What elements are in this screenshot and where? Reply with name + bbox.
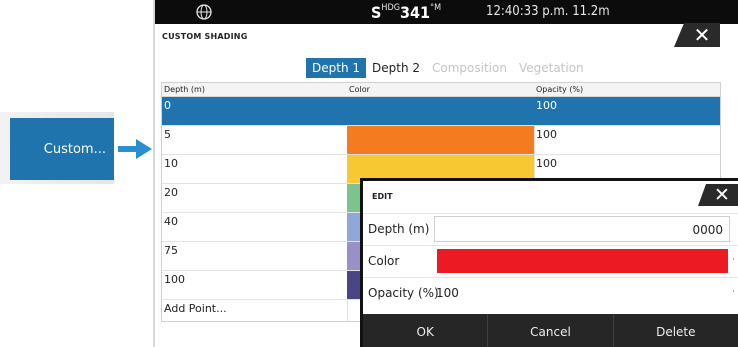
- color-picker[interactable]: [437, 249, 728, 273]
- opacity-cell: 100: [536, 99, 557, 112]
- header-color: Color: [349, 85, 370, 94]
- page-title: CUSTOM SHADING: [162, 32, 248, 41]
- table-row[interactable]: 0 100: [162, 97, 720, 126]
- tab-depth-2[interactable]: Depth 2: [366, 58, 426, 78]
- depth-row: Depth (m) 0000: [363, 213, 738, 244]
- clock-time: 12:40:33 p.m.: [486, 4, 569, 19]
- header-opacity: Opacity (%): [536, 85, 584, 94]
- depth-cell: 0: [164, 99, 171, 112]
- dropdown-indicator-icon: ·: [732, 287, 735, 297]
- opacity-value[interactable]: 100: [436, 286, 459, 300]
- arrow-right-icon-head: [136, 139, 152, 159]
- opacity-label: Opacity (%): [368, 286, 439, 300]
- table-header: Depth (m) Color Opacity (%): [162, 83, 720, 97]
- close-icon: ✕: [693, 23, 711, 47]
- depth-label: Depth (m): [368, 222, 430, 236]
- arrow-right-icon: [118, 146, 138, 152]
- header-depth: Depth (m): [164, 85, 205, 94]
- opacity-row: Opacity (%) 100 ·: [363, 277, 738, 308]
- heading-unit: °M: [430, 3, 442, 13]
- close-icon: ✕: [714, 184, 730, 206]
- heading-label: HDG: [381, 3, 400, 13]
- add-point-label: Add Point...: [164, 302, 227, 315]
- dropdown-indicator-icon: ·: [732, 255, 735, 265]
- tab-bar: Depth 1 Depth 2 Composition Vegetation: [306, 58, 590, 78]
- depth-value: 0000: [692, 223, 723, 237]
- depth-cell: 100: [164, 273, 185, 286]
- ok-button[interactable]: OK: [363, 314, 489, 347]
- custom-button[interactable]: Custom...: [10, 118, 114, 180]
- edit-dialog-title: EDIT: [372, 192, 393, 201]
- globe-icon[interactable]: [195, 3, 213, 21]
- color-swatch[interactable]: [347, 126, 534, 154]
- color-label: Color: [368, 254, 400, 268]
- depth-cell: 10: [164, 157, 178, 170]
- depth-cell: 5: [164, 128, 171, 141]
- depth-field[interactable]: 0000: [434, 216, 730, 242]
- depth-cell: 40: [164, 215, 178, 228]
- delete-button[interactable]: Delete: [614, 314, 738, 347]
- dialog-footer: OK Cancel Delete: [363, 314, 738, 347]
- opacity-cell: 100: [536, 157, 557, 170]
- cancel-button[interactable]: Cancel: [488, 314, 614, 347]
- heading-prefix: S: [371, 3, 382, 22]
- status-bar: SHDG341°M 12:40:33 p.m. 11.2m: [155, 0, 738, 24]
- tab-depth-1[interactable]: Depth 1: [306, 58, 366, 78]
- heading-value: 341: [399, 3, 431, 22]
- depth-readout: 11.2m: [572, 4, 610, 19]
- tab-vegetation: Vegetation: [518, 61, 584, 75]
- depth-cell: 20: [164, 186, 178, 199]
- close-button[interactable]: ✕: [674, 23, 720, 47]
- tab-composition: Composition: [432, 61, 507, 75]
- time-depth-readout: 12:40:33 p.m. 11.2m: [486, 4, 610, 19]
- edit-close-button[interactable]: ✕: [698, 184, 738, 206]
- opacity-cell: 100: [536, 128, 557, 141]
- depth-cell: 75: [164, 244, 178, 257]
- color-row: Color ·: [363, 245, 738, 276]
- table-row[interactable]: 5 100: [162, 126, 720, 155]
- edit-dialog: EDIT ✕ Depth (m) 0000 Color · Opacity (%…: [360, 178, 738, 347]
- heading-readout: SHDG341°M: [371, 3, 441, 22]
- stage: Custom... SHDG341°M 12:40:33 p.m. 11.2m …: [0, 0, 738, 347]
